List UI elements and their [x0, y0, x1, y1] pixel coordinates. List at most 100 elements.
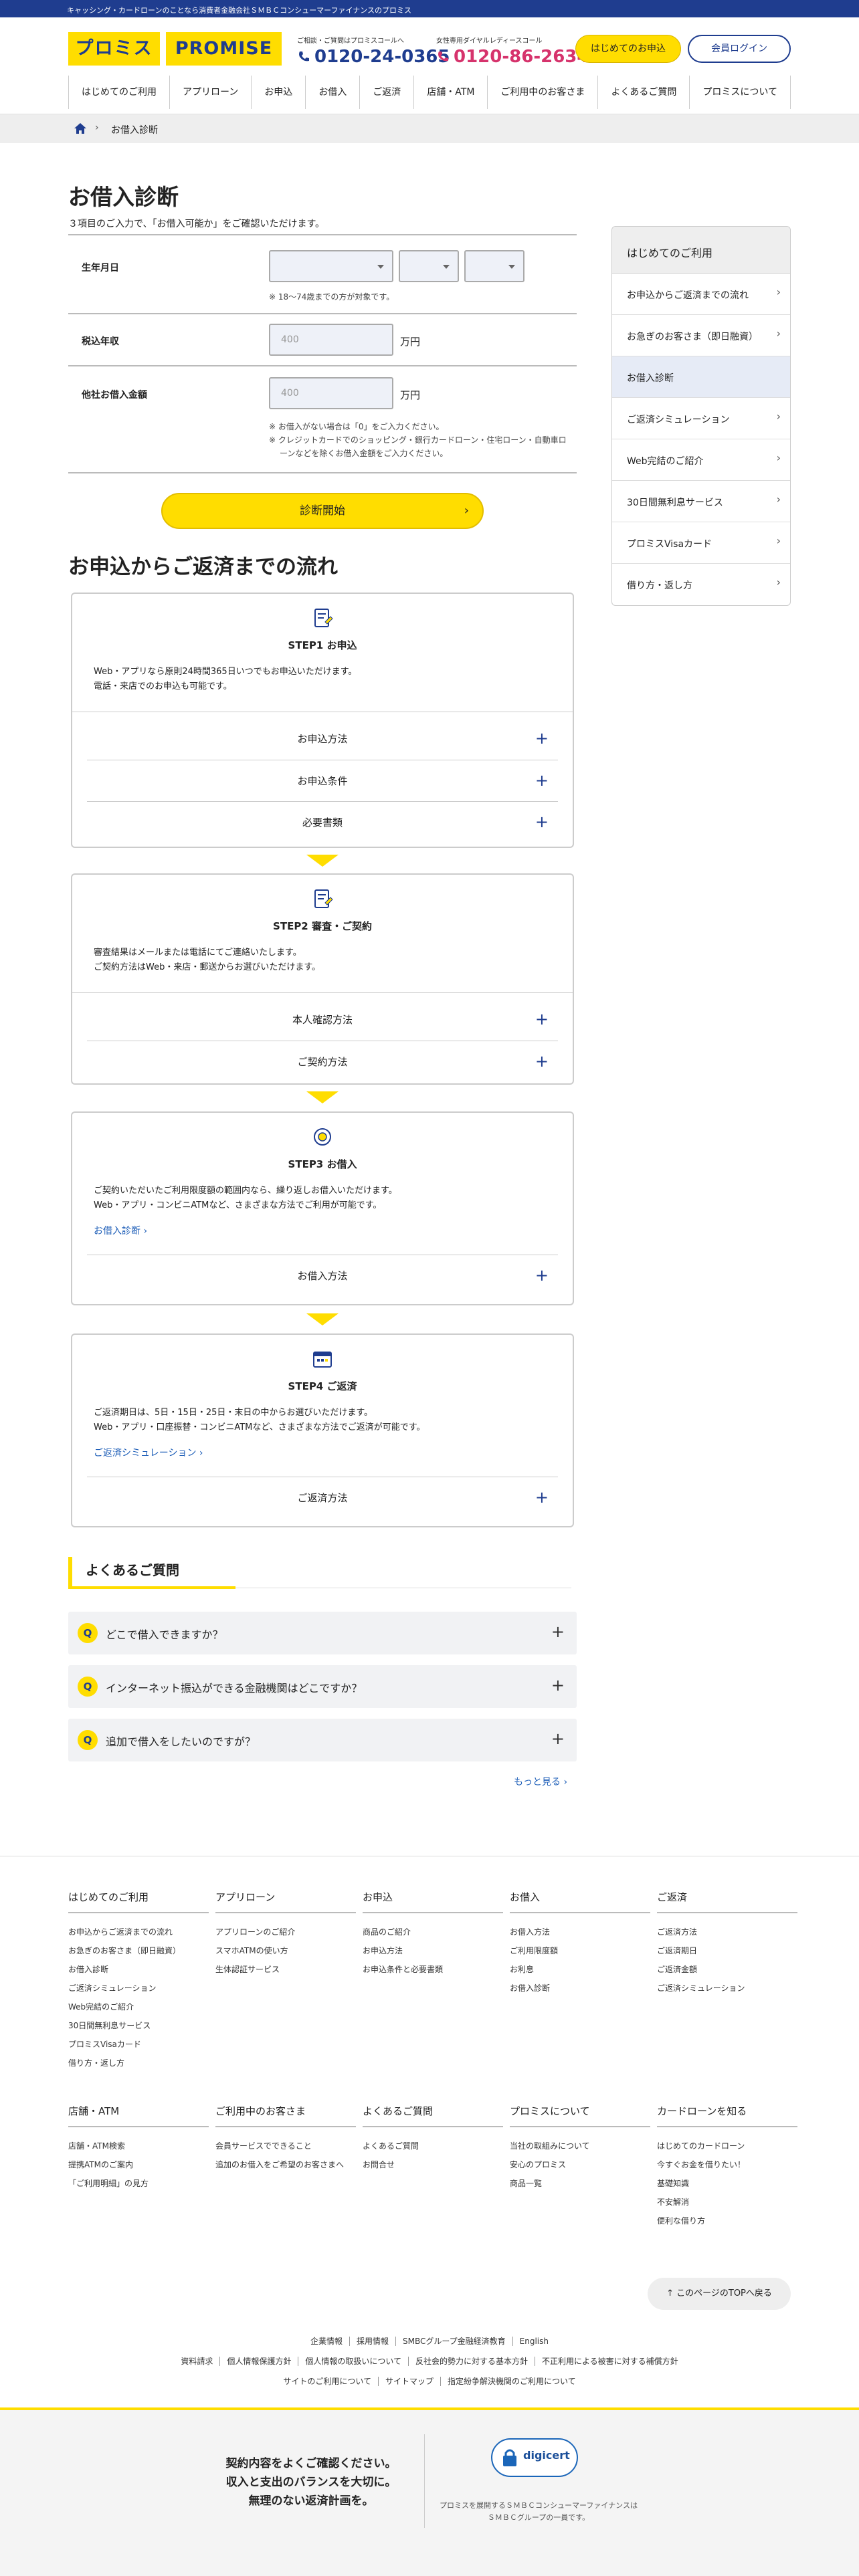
borrow-diagnosis-link[interactable]: お借入診断 › [94, 1224, 147, 1237]
footer-link[interactable]: 資料請求 [174, 2357, 219, 2366]
footer-link[interactable]: サイトマップ [377, 2377, 440, 2386]
gnav-item[interactable]: プロミスについて [689, 76, 791, 109]
accordion-identity-verification[interactable]: 本人確認方法 + [87, 999, 558, 1041]
logo-promise-en[interactable]: PROMISE [166, 32, 282, 66]
accordion-required-documents[interactable]: 必要書類 + [87, 801, 558, 843]
footer-link[interactable]: ご返済シミュレーション [68, 1979, 209, 1998]
footer-link[interactable]: 店舗・ATM検索 [68, 2137, 209, 2155]
footer-link[interactable]: 生体認証サービス [215, 1960, 356, 1979]
other-loan-input[interactable]: 400 [269, 377, 393, 409]
footer-link[interactable]: ご返済シミュレーション [657, 1979, 797, 1998]
footer-link[interactable]: English [512, 2337, 555, 2346]
faq-item[interactable]: Q 追加で借入をしたいのですが？ + [68, 1719, 577, 1761]
footer-link[interactable]: お借入診断 [68, 1960, 209, 1979]
footer-link[interactable]: お利息 [510, 1960, 650, 1979]
accordion-repayment-method[interactable]: ご返済方法 + [87, 1477, 558, 1518]
gnav-item[interactable]: はじめてのご利用 [68, 76, 169, 109]
dob-year-select[interactable] [269, 250, 393, 282]
footer-link[interactable]: スマホATMの使い方 [215, 1941, 356, 1960]
footer-link[interactable]: ご返済金額 [657, 1960, 797, 1979]
chevron-right-icon: › [95, 122, 99, 133]
footer-link[interactable]: ご返済方法 [657, 1923, 797, 1941]
footer-link[interactable]: 企業情報 [304, 2337, 349, 2346]
sidebar-item[interactable]: お申込からご返済までの流れ › [612, 274, 790, 315]
footer-link[interactable]: 指定紛争解決機関のご利用について [440, 2377, 583, 2386]
sidebar-item-active[interactable]: お借入診断 [612, 356, 790, 398]
faq-more-link[interactable]: もっと見る › [514, 1775, 567, 1788]
sidebar-item[interactable]: 30日間無利息サービス › [612, 481, 790, 522]
footer-link[interactable]: 反社会的勢力に対する基本方針 [408, 2357, 535, 2366]
member-login-button[interactable]: 会員ログイン [688, 35, 791, 63]
footer-link[interactable]: Web完結のご紹介 [68, 1998, 209, 2016]
gnav-item[interactable]: お申込 [251, 76, 305, 109]
footer-link[interactable]: プロミスVisaカード [68, 2035, 209, 2054]
tel-ladies-call[interactable]: 女性専用ダイヤルレディースコール 0120-86-2634 [436, 35, 589, 67]
footer-link[interactable]: ご利用限度額 [510, 1941, 650, 1960]
gnav-item[interactable]: よくあるご質問 [597, 76, 689, 109]
footer-link[interactable]: お申込条件と必要書類 [363, 1960, 503, 1979]
repayment-simulation-link[interactable]: ご返済シミュレーション › [94, 1446, 203, 1459]
gnav-item[interactable]: 店舗・ATM [413, 76, 487, 109]
footer-link[interactable]: 「ご利用明細」の見方 [68, 2174, 209, 2193]
footer-link[interactable]: 不安解消 [657, 2193, 797, 2212]
logo-promise-jp[interactable]: プロミス [68, 32, 160, 66]
footer-link[interactable]: 不正利用による被害に対する補償方針 [535, 2357, 685, 2366]
sidebar-item[interactable]: ご返済シミュレーション › [612, 398, 790, 439]
footer-link[interactable]: 提携ATMのご案内 [68, 2155, 209, 2174]
footer-link[interactable]: 当社の取組みについて [510, 2137, 650, 2155]
sidebar-item[interactable]: プロミスVisaカード › [612, 522, 790, 564]
first-apply-button[interactable]: はじめてのお申込 [575, 35, 681, 63]
step3-title: STEP3 お借入 [288, 1158, 357, 1170]
footer-link[interactable]: 会員サービスでできること [215, 2137, 356, 2155]
footer-link[interactable]: SMBCグループ金融経済教育 [395, 2337, 512, 2346]
footer-link[interactable]: アプリローンのご紹介 [215, 1923, 356, 1941]
footer-link[interactable]: 商品一覧 [510, 2174, 650, 2193]
footer-link[interactable]: 採用情報 [349, 2337, 395, 2346]
footer-link[interactable]: 基礎知識 [657, 2174, 797, 2193]
footer-link[interactable]: お借入方法 [510, 1923, 650, 1941]
footer-link[interactable]: お急ぎのお客さま（即日融資） [68, 1941, 209, 1960]
footer-link[interactable]: 商品のご紹介 [363, 1923, 503, 1941]
gnav-item[interactable]: ご利用中のお客さま [487, 76, 597, 109]
tel-promise-call[interactable]: ご相談・ご質問はプロミスコールへ 0120-24-0365 [297, 35, 450, 67]
sidebar-item[interactable]: Web完結のご紹介 › [612, 439, 790, 481]
page-lead: ３項目のご入力で、「お借入可能か」をご確認いただけます。 [68, 219, 325, 229]
footer-link[interactable]: 30日間無利息サービス [68, 2016, 209, 2035]
plus-icon: + [535, 1266, 549, 1285]
footer-link[interactable]: お借入診断 [510, 1979, 650, 1998]
footer-link[interactable]: お問合せ [363, 2155, 503, 2174]
dob-day-select[interactable] [464, 250, 524, 282]
faq-item[interactable]: Q どこで借入できますか？ + [68, 1612, 577, 1654]
sidebar-item[interactable]: お急ぎのお客さま（即日融資） › [612, 315, 790, 356]
footer-link[interactable]: 追加のお借入をご希望のお客さまへ [215, 2155, 356, 2174]
accordion-contract-method[interactable]: ご契約方法 + [87, 1041, 558, 1082]
footer-link[interactable]: ご返済期日 [657, 1941, 797, 1960]
income-input[interactable]: 400 [269, 324, 393, 356]
footer-link[interactable]: 借り方・返し方 [68, 2054, 209, 2072]
footer-link[interactable]: 個人情報の取扱いについて [298, 2357, 408, 2366]
start-diagnosis-button[interactable]: 診断開始 › [161, 493, 484, 529]
back-to-top-button[interactable]: ↑ このページのTOPへ戻る [648, 2278, 791, 2310]
tel-number: 0120-24-0365 [314, 47, 450, 67]
footer-link[interactable]: お申込方法 [363, 1941, 503, 1960]
accordion-apply-method[interactable]: お申込方法 + [87, 718, 558, 760]
faq-item[interactable]: Q インターネット振込ができる金融機関はどこですか？ + [68, 1665, 577, 1708]
gnav-item[interactable]: アプリローン [169, 76, 251, 109]
gnav-item[interactable]: お借入 [305, 76, 359, 109]
sidebar-item[interactable]: 借り方・返し方 › [612, 564, 790, 605]
footer-link[interactable]: 安心のプロミス [510, 2155, 650, 2174]
footer-link[interactable]: 便利な借り方 [657, 2212, 797, 2230]
footer-column-title: 店舗・ATM [68, 2104, 209, 2127]
footer-link[interactable]: よくあるご質問 [363, 2137, 503, 2155]
digicert-seal[interactable]: digicert [491, 2438, 578, 2477]
gnav-item[interactable]: ご返済 [359, 76, 413, 109]
accordion-apply-conditions[interactable]: お申込条件 + [87, 760, 558, 801]
footer-link[interactable]: 今すぐお金を借りたい！ [657, 2155, 797, 2174]
accordion-borrow-method[interactable]: お借入方法 + [87, 1255, 558, 1296]
footer-link[interactable]: サイトのご利用について [276, 2377, 378, 2386]
home-icon[interactable] [74, 122, 87, 135]
footer-link[interactable]: 個人情報保護方針 [219, 2357, 298, 2366]
footer-link[interactable]: はじめてのカードローン [657, 2137, 797, 2155]
footer-link[interactable]: お申込からご返済までの流れ [68, 1923, 209, 1941]
dob-month-select[interactable] [399, 250, 459, 282]
